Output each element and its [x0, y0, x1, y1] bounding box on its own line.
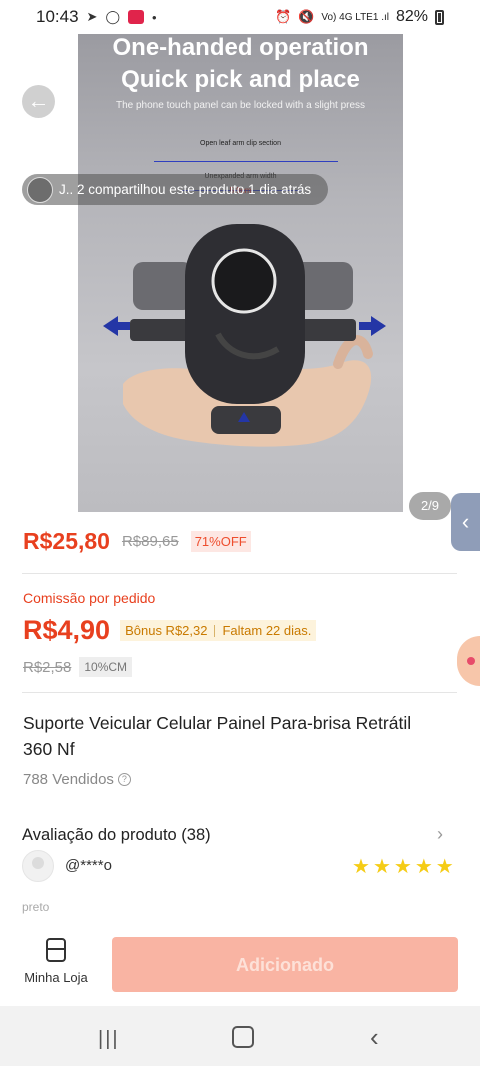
commission-rate-badge: 10%CM: [79, 657, 133, 677]
product-image-carousel[interactable]: One-handed operation Quick pick and plac…: [0, 34, 480, 520]
floating-dot-icon: [467, 657, 475, 665]
floating-assistant-button[interactable]: [457, 636, 480, 686]
status-time: 10:43: [36, 7, 79, 26]
original-price: R$89,65: [121, 533, 179, 550]
chevron-left-icon: ‹: [461, 509, 470, 534]
bonus-badge: Bônus R$2,32 Faltam 22 dias.: [120, 620, 317, 641]
home-icon[interactable]: [232, 1026, 254, 1048]
star-icon: ★: [435, 856, 454, 878]
commission-old-row: R$2,58 10%CM: [23, 657, 133, 677]
review-variant: preto: [22, 900, 50, 914]
star-icon: ★: [372, 856, 391, 878]
sold-text: 788 Vendidos: [23, 771, 114, 788]
bonus-deadline: Faltam 22 dias.: [222, 623, 312, 638]
star-icon: ★: [393, 856, 412, 878]
product-photo: One-handed operation Quick pick and plac…: [78, 34, 403, 512]
phone-holder-illustration: [103, 224, 386, 447]
bonus-separator: [214, 624, 216, 637]
rating-stars: ★ ★ ★ ★ ★: [352, 854, 454, 879]
discount-badge: 71%OFF: [190, 531, 251, 552]
help-icon[interactable]: ?: [117, 773, 131, 786]
store-label: Minha Loja: [24, 970, 88, 985]
sold-count: 788 Vendidos ?: [23, 771, 131, 788]
arrow-left-icon: ←: [27, 88, 50, 113]
notification-app-icon: [128, 10, 145, 24]
sharer-avatar: [27, 176, 53, 203]
commission-value: R$4,90: [23, 615, 111, 645]
divider: [22, 692, 457, 693]
store-icon: [46, 938, 66, 962]
commission-label: Comissão por pedido: [23, 590, 156, 606]
battery-percent: 82%: [395, 8, 428, 25]
star-icon: ★: [414, 856, 433, 878]
back-nav-icon[interactable]: ‹: [370, 1022, 379, 1053]
bonus-amount: Bônus R$2,32: [125, 623, 208, 638]
chevron-right-icon[interactable]: ›: [437, 824, 443, 845]
telegram-icon: ➤: [86, 9, 98, 24]
reviewer-name: @****o: [65, 857, 112, 874]
battery-icon: [435, 9, 444, 25]
back-button[interactable]: ←: [22, 85, 55, 118]
bottom-action-bar: Minha Loja Adicionado: [0, 926, 480, 1006]
image-counter: 2/9: [409, 492, 451, 520]
recents-icon[interactable]: |||: [98, 1028, 120, 1051]
network-indicator: Vo) 4G LTE1 .ıl: [321, 11, 389, 23]
side-panel-toggle[interactable]: ‹: [451, 493, 480, 551]
share-notice: J.. 2 compartilhou este produto 1 dia at…: [22, 174, 328, 205]
avatar: [22, 850, 54, 882]
mute-icon: 🔇: [298, 9, 315, 24]
price: R$25,80: [23, 528, 110, 554]
alarm-icon: ⏰: [274, 9, 292, 24]
system-navigation-bar: ||| ‹: [0, 1006, 480, 1066]
product-title: Suporte Veicular Celular Painel Para-bri…: [23, 713, 412, 759]
commission-old: R$2,58: [23, 658, 72, 676]
status-bar: 10:43 ➤ ◯ • ⏰ 🔇 Vo) 4G LTE1 .ıl 82%: [0, 0, 480, 34]
share-text: J.. 2 compartilhou este produto 1 dia at…: [59, 182, 312, 197]
price-row: R$25,80 R$89,65 71%OFF: [23, 528, 251, 555]
more-notifications-icon: •: [152, 9, 157, 25]
my-store-button[interactable]: Minha Loja: [20, 938, 92, 985]
whatsapp-icon: ◯: [105, 9, 121, 24]
commission-row: R$4,90 Bônus R$2,32 Faltam 22 dias.: [23, 615, 317, 646]
divider: [22, 573, 457, 574]
star-icon: ★: [352, 856, 370, 878]
reviews-heading[interactable]: Avaliação do produto (38): [22, 826, 211, 845]
add-button[interactable]: Adicionado: [112, 937, 458, 992]
